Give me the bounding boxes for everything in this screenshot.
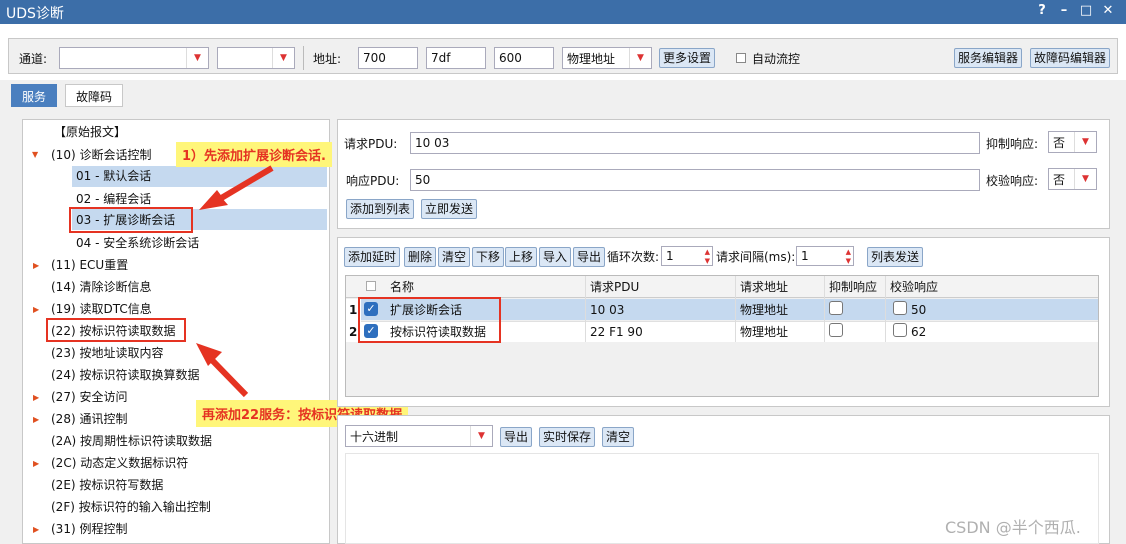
row-verify-checkbox[interactable] bbox=[893, 301, 907, 315]
loop-count-spinner[interactable]: 1 ▲ ▼ bbox=[661, 246, 713, 266]
move-up-button[interactable]: 上移 bbox=[505, 247, 538, 267]
export-list-button[interactable]: 导出 bbox=[573, 247, 606, 267]
clear-list-button[interactable]: 清空 bbox=[438, 247, 471, 267]
row-request-address: 物理地址 bbox=[740, 325, 789, 339]
row-verify-checkbox[interactable] bbox=[893, 323, 907, 337]
move-down-button[interactable]: 下移 bbox=[472, 247, 505, 267]
send-now-button[interactable]: 立即发送 bbox=[421, 199, 478, 219]
row-index: 2 bbox=[349, 325, 358, 339]
realtime-save-button[interactable]: 实时保存 bbox=[539, 427, 596, 447]
header-request-pdu[interactable]: 请求PDU bbox=[590, 279, 639, 295]
loop-count-value: 1 bbox=[666, 249, 674, 263]
header-verify[interactable]: 校验响应 bbox=[890, 279, 938, 295]
annotation-box-grid-rows bbox=[358, 297, 501, 343]
interval-spinner[interactable]: 1 ▲ ▼ bbox=[796, 246, 854, 266]
annotation-arrow-1-icon bbox=[199, 165, 274, 210]
chevron-down-icon: ▼ bbox=[1074, 169, 1096, 189]
suppress-response-value: 否 bbox=[1053, 136, 1066, 150]
import-button[interactable]: 导入 bbox=[539, 247, 572, 267]
request-pdu-label: 请求PDU: bbox=[344, 137, 398, 151]
display-format-select[interactable]: 十六进制 ▼ bbox=[345, 425, 493, 447]
row-request-address: 物理地址 bbox=[740, 303, 789, 317]
export-log-button[interactable]: 导出 bbox=[500, 427, 533, 447]
loop-count-label: 循环次数: bbox=[607, 250, 660, 264]
display-format-value: 十六进制 bbox=[350, 430, 399, 444]
suppress-response-label: 抑制响应: bbox=[986, 137, 1039, 151]
delete-button[interactable]: 删除 bbox=[404, 247, 437, 267]
row-verify-value: 62 bbox=[911, 325, 927, 339]
interval-value: 1 bbox=[801, 249, 809, 263]
chevron-down-icon: ▼ bbox=[470, 426, 492, 446]
chevron-down-icon: ▼ bbox=[1074, 132, 1096, 152]
add-to-list-button[interactable]: 添加到列表 bbox=[346, 199, 415, 219]
grid-header bbox=[346, 276, 1098, 298]
verify-response-value: 否 bbox=[1053, 173, 1066, 187]
verify-response-select[interactable]: 否 ▼ bbox=[1048, 168, 1097, 190]
suppress-response-select[interactable]: 否 ▼ bbox=[1048, 131, 1097, 153]
verify-response-label: 校验响应: bbox=[986, 174, 1039, 188]
add-delay-button[interactable]: 添加延时 bbox=[344, 247, 401, 267]
spin-up-icon[interactable]: ▲ bbox=[846, 248, 851, 256]
spin-up-icon[interactable]: ▲ bbox=[705, 248, 710, 256]
interval-label: 请求间隔(ms): bbox=[716, 250, 796, 264]
request-pdu-input[interactable]: 10 03 bbox=[410, 132, 980, 154]
spin-down-icon[interactable]: ▼ bbox=[846, 257, 851, 265]
spin-down-icon[interactable]: ▼ bbox=[705, 257, 710, 265]
response-pdu-label: 响应PDU: bbox=[346, 174, 400, 188]
annotation-arrow-2-icon bbox=[196, 343, 249, 398]
row-request-pdu: 10 03 bbox=[590, 303, 625, 317]
header-suppress[interactable]: 抑制响应 bbox=[829, 279, 877, 295]
row-request-pdu: 22 F1 90 bbox=[590, 325, 643, 339]
row-verify-value: 50 bbox=[911, 303, 927, 317]
list-send-button[interactable]: 列表发送 bbox=[867, 247, 924, 267]
row-index: 1 bbox=[349, 303, 358, 317]
header-request-address[interactable]: 请求地址 bbox=[740, 279, 788, 295]
response-pdu-input[interactable]: 50 bbox=[410, 169, 980, 191]
header-name[interactable]: 名称 bbox=[390, 279, 414, 295]
row-suppress-checkbox[interactable] bbox=[829, 301, 843, 315]
select-all-checkbox[interactable] bbox=[366, 281, 376, 291]
watermark: CSDN @半个西瓜. bbox=[945, 518, 1081, 537]
row-suppress-checkbox[interactable] bbox=[829, 323, 843, 337]
clear-log-button[interactable]: 清空 bbox=[602, 427, 635, 447]
